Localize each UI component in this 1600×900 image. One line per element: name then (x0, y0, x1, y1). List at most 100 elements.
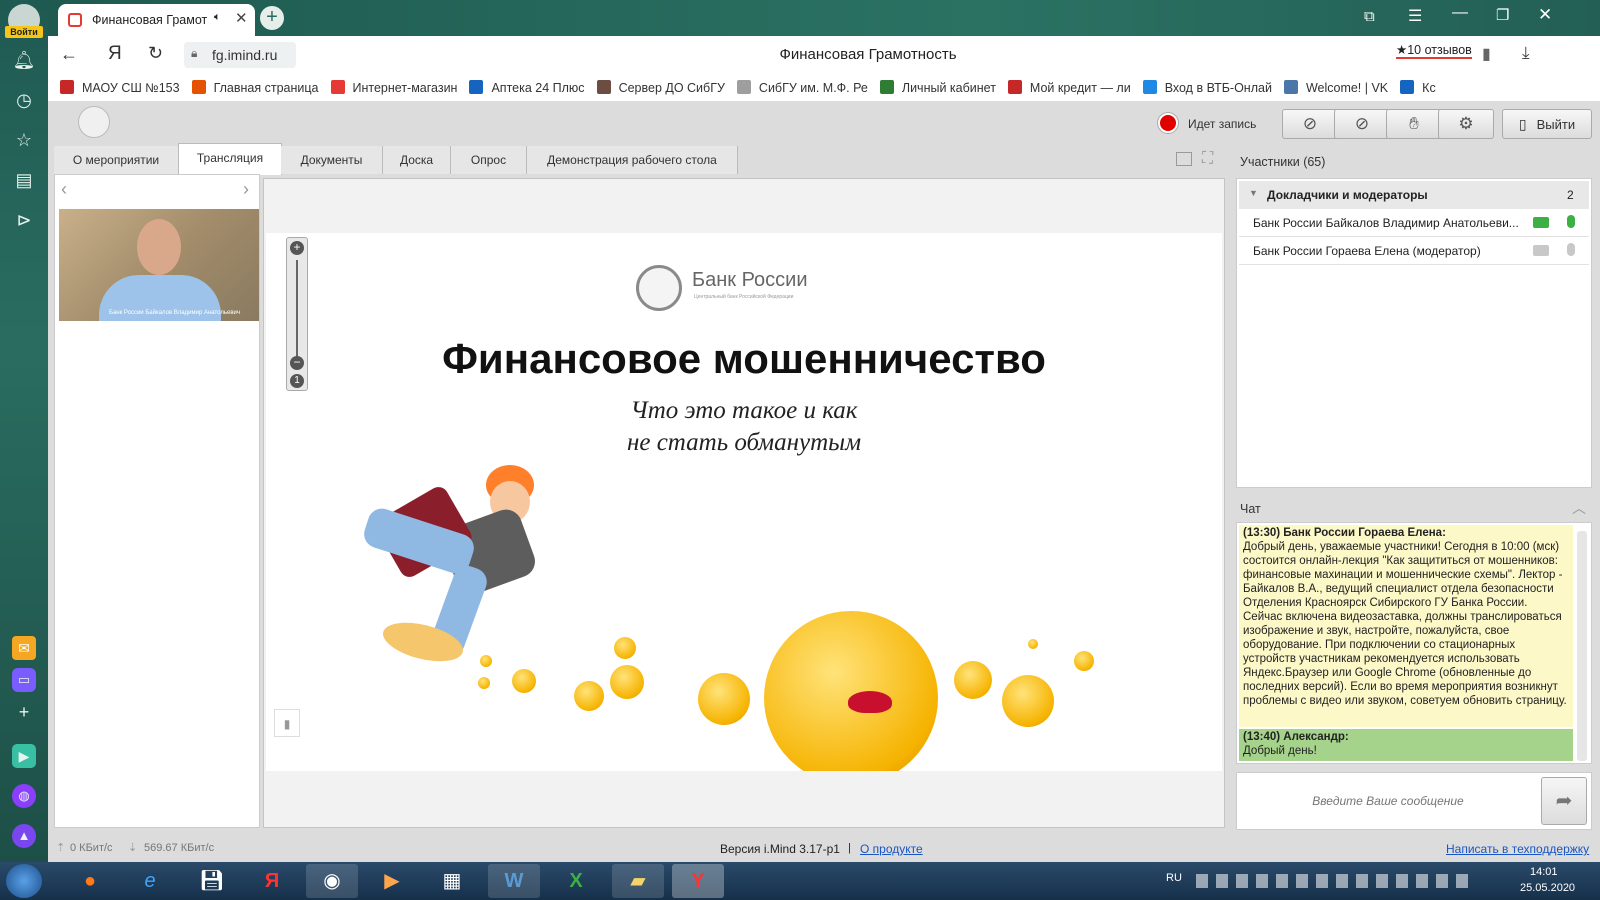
mail-icon[interactable]: ✉ (12, 636, 36, 660)
tab-documents[interactable]: Документы (281, 146, 383, 174)
restore-icon[interactable]: ❐ (1496, 6, 1509, 24)
bookmark-item[interactable]: МАОУ СШ №153 (60, 74, 180, 101)
language-indicator[interactable]: RU (1166, 872, 1182, 884)
floppy-icon[interactable]: 💾︎ (186, 864, 238, 898)
bookmark-item[interactable]: Мой кредит — ли (1007, 74, 1131, 101)
history-icon[interactable]: ◷ (12, 88, 36, 112)
chat-input[interactable] (1243, 779, 1533, 823)
bookmark-icon[interactable]: ▮ (1482, 44, 1491, 64)
tab-about[interactable]: О мероприятии (54, 146, 179, 174)
login-badge[interactable]: Войти (5, 26, 43, 38)
bank-name: Банк России (692, 269, 808, 291)
messenger-icon[interactable]: ▭ (12, 668, 36, 692)
browser-tab[interactable]: Финансовая Грамот 🔈︎ ✕ (58, 4, 255, 36)
bookmark-item[interactable]: Welcome! | VK (1283, 74, 1388, 101)
status-separator: | (848, 842, 851, 854)
camera-toggle-button[interactable]: ⊘ (1282, 109, 1338, 139)
menu-icon[interactable]: ☰ (1408, 6, 1422, 26)
falling-man-illustration (332, 465, 602, 695)
bookmark-favicon-icon (736, 80, 751, 94)
send-app-icon[interactable]: ▶ (12, 744, 36, 768)
participant-row[interactable]: Банк России Гораева Елена (модератор) (1239, 237, 1589, 265)
new-tab-button[interactable]: + (260, 6, 284, 30)
chat-scrollbar[interactable] (1577, 531, 1587, 761)
coin-small-3 (954, 661, 992, 699)
url-field[interactable]: 🔒︎ fg.imind.ru (184, 42, 296, 68)
clock-time[interactable]: 14:01 (1530, 866, 1558, 878)
support-link[interactable]: Написать в техподдержку (1446, 842, 1589, 856)
close-window-icon[interactable]: ✕ (1538, 5, 1552, 25)
bookmark-item[interactable]: Сервер ДО СибГУ (596, 74, 725, 101)
version-label: Версия i.Mind 3.17-p1 (720, 842, 840, 856)
star-icon[interactable]: ☆ (12, 128, 36, 152)
add-icon[interactable]: + (12, 700, 36, 724)
raise-hand-button[interactable]: ✋︎ (1386, 109, 1442, 139)
bookmark-item[interactable]: Личный кабинет (879, 74, 996, 101)
play-icon[interactable]: ⊳ (12, 208, 36, 232)
prev-video-icon[interactable]: ‹ (61, 179, 67, 200)
participant-row[interactable]: Банк России Байкалов Владимир Анатольеви… (1239, 209, 1589, 237)
settings-button[interactable]: ⚙ (1438, 109, 1494, 139)
close-tab-icon[interactable]: ✕ (235, 9, 248, 27)
reviews-badge[interactable]: ★10 отзывов (1396, 42, 1472, 59)
firefox-icon[interactable]: ● (64, 864, 116, 898)
back-icon[interactable]: ← (60, 44, 78, 65)
upload-speed: 0 КБит/с (70, 842, 113, 854)
alice-app-icon[interactable]: ◍ (12, 784, 36, 808)
tab-broadcast[interactable]: Трансляция (178, 143, 282, 175)
tab-board[interactable]: Доска (383, 146, 451, 174)
bookmark-favicon-icon (1283, 80, 1298, 94)
yandex-active-icon[interactable]: Y (672, 864, 724, 898)
zoom-in-icon[interactable]: + (290, 241, 304, 255)
coin-small-6 (512, 669, 536, 693)
window-mode-icon[interactable] (1176, 152, 1192, 166)
collections-icon[interactable]: ▤ (12, 168, 36, 192)
bank-subtitle: Центральный банк Российской Федерации (694, 294, 794, 300)
tray-icons[interactable] (1196, 874, 1476, 888)
bookmark-item[interactable]: Кс (1400, 74, 1436, 101)
bookmark-item[interactable]: Интернет-магазин (330, 74, 457, 101)
minimize-icon[interactable]: — (1452, 4, 1468, 22)
speaker-video[interactable]: Банк России Байкалов Владимир Анатольеви… (59, 209, 259, 321)
tab-poll[interactable]: Опрос (451, 146, 527, 174)
bookmark-label: Мой кредит — ли (1029, 81, 1131, 95)
bookmark-item[interactable]: СибГУ им. М.Ф. Ре (736, 74, 868, 101)
reload-icon[interactable]: ↻ (148, 43, 163, 64)
slide-title: Финансовое мошенничество (442, 335, 1046, 382)
yandex-browser-icon[interactable]: Я (246, 864, 298, 898)
bookmark-label: СибГУ им. М.Ф. Ре (758, 81, 868, 95)
tabs-manager-icon[interactable]: ⧉ (1364, 8, 1375, 25)
bookmark-item[interactable]: Главная страница (191, 74, 319, 101)
slide-subtitle-line1: Что это такое и как (630, 397, 858, 424)
slide-bookmark-icon[interactable]: ▮ (274, 709, 300, 737)
yandex-icon[interactable]: Я (108, 43, 122, 65)
exit-label: Выйти (1536, 117, 1576, 132)
fullscreen-icon[interactable]: ⛶ (1202, 150, 1213, 168)
speaker-icon[interactable]: 🔈︎ (214, 11, 221, 24)
alice-icon[interactable]: ▲ (12, 824, 36, 848)
excel-icon[interactable]: X (550, 864, 602, 898)
exit-button[interactable]: ▯ Выйти (1502, 109, 1592, 139)
ie-icon[interactable]: e (124, 864, 176, 898)
send-button[interactable]: ➦ (1541, 777, 1587, 825)
download-icon[interactable]: ⤓ (1522, 43, 1530, 63)
bell-icon[interactable]: 🔔︎ (12, 48, 36, 72)
start-button[interactable] (6, 864, 42, 898)
explorer-icon[interactable]: ▰ (612, 864, 664, 898)
mic-toggle-button[interactable]: ⊘ (1334, 109, 1390, 139)
bookmark-item[interactable]: Вход в ВТБ-Онлай (1142, 74, 1272, 101)
word-icon[interactable]: W (488, 864, 540, 898)
media-player-icon[interactable]: ▶ (366, 864, 418, 898)
next-video-icon[interactable]: › (243, 179, 249, 200)
participant-name: Банк России Байкалов Владимир Анатольеви… (1253, 216, 1519, 230)
bookmark-favicon-icon (1007, 80, 1022, 94)
tab-screen-share[interactable]: Демонстрация рабочего стола (527, 146, 738, 174)
chrome-icon[interactable]: ◉ (306, 864, 358, 898)
bookmark-item[interactable]: Аптека 24 Плюс (469, 74, 585, 101)
about-link[interactable]: О продукте (860, 842, 923, 856)
chat-collapse-icon[interactable]: ︿ (1572, 498, 1586, 518)
participants-group[interactable]: ▼ Докладчики и модераторы 2 (1239, 181, 1589, 209)
calculator-icon[interactable]: ▦ (426, 864, 478, 898)
group-count: 2 (1567, 188, 1574, 202)
clock-date[interactable]: 25.05.2020 (1520, 882, 1575, 894)
